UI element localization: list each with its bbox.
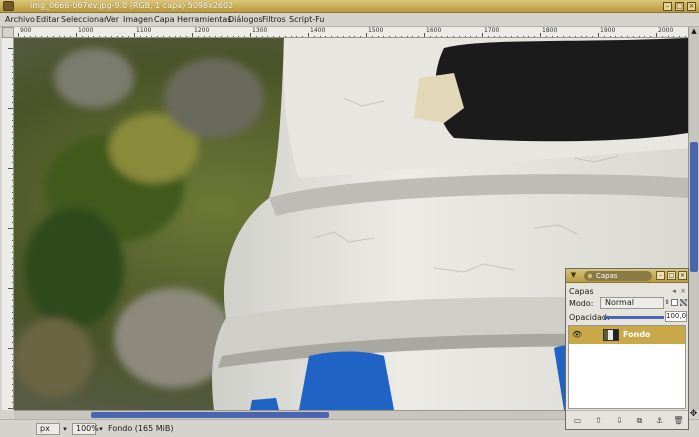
close-icon[interactable]: × bbox=[687, 2, 696, 11]
anchor-layer-icon[interactable]: ⚓ bbox=[653, 414, 666, 427]
ruler-label: 1900 bbox=[600, 27, 616, 34]
ruler-label: 900 bbox=[20, 27, 32, 34]
dialog-close-icon[interactable]: × bbox=[678, 271, 687, 280]
menu-ver[interactable]: Ver bbox=[106, 15, 119, 24]
title-bar: img_0666-067ev.jpg-9.0 (RGB, 1 capa) 509… bbox=[0, 0, 699, 13]
menu-capa[interactable]: Capa bbox=[154, 15, 174, 24]
minimize-icon[interactable]: – bbox=[663, 2, 672, 11]
lower-layer-icon[interactable]: ⇩ bbox=[613, 414, 626, 427]
ruler-label: 1000 bbox=[78, 27, 94, 34]
vertical-scrollbar[interactable]: ▲ bbox=[688, 27, 699, 410]
new-layer-icon[interactable]: ▭ bbox=[571, 414, 584, 427]
tab-close-icon[interactable]: × bbox=[679, 287, 687, 295]
menu-imagen[interactable]: Imagen bbox=[123, 15, 153, 24]
unit-value: px bbox=[40, 424, 50, 433]
menu-script-fu[interactable]: Script-Fu bbox=[289, 15, 324, 24]
window-title: img_0666-067ev.jpg-9.0 (RGB, 1 capa) 509… bbox=[30, 1, 234, 10]
delete-layer-icon[interactable]: 🗑 bbox=[672, 414, 685, 427]
opacity-slider[interactable] bbox=[604, 316, 664, 319]
ruler-label: 1100 bbox=[136, 27, 152, 34]
zoom-dropdown-icon[interactable]: ▾ bbox=[96, 423, 106, 435]
keep-transparency-checkbox[interactable] bbox=[671, 299, 678, 306]
layers-list[interactable]: 👁 Fondo bbox=[568, 325, 686, 409]
menu-dialogos[interactable]: Diálogos bbox=[228, 15, 263, 24]
layer-name: Fondo bbox=[623, 330, 651, 339]
mode-value: Normal bbox=[605, 298, 634, 307]
ruler-label: 1600 bbox=[426, 27, 442, 34]
raise-layer-icon[interactable]: ⇧ bbox=[592, 414, 605, 427]
menu-herramientas[interactable]: Herramientas bbox=[177, 15, 232, 24]
ruler-label: 1200 bbox=[194, 27, 210, 34]
alpha-lock-icon bbox=[680, 299, 687, 306]
ruler-corner[interactable] bbox=[2, 27, 14, 38]
duplicate-layer-icon[interactable]: ⧉ bbox=[633, 414, 646, 427]
dock-menu-icon[interactable]: ▼ bbox=[569, 271, 578, 280]
unit-select[interactable]: px bbox=[36, 423, 60, 435]
maximize-icon[interactable]: □ bbox=[675, 2, 684, 11]
ruler-label: 1300 bbox=[252, 27, 268, 34]
dialog-heading: Capas bbox=[569, 287, 594, 296]
opacity-slider-fill bbox=[604, 316, 664, 319]
mode-select[interactable]: Normal bbox=[600, 297, 664, 309]
ruler-label: 2000 bbox=[658, 27, 674, 34]
layers-button-bar: ▭ ⇧ ⇩ ⧉ ⚓ 🗑 bbox=[566, 410, 688, 429]
vertical-ruler[interactable] bbox=[2, 38, 14, 410]
zoom-select[interactable]: 100% bbox=[72, 423, 99, 435]
status-info: Fondo (165 MiB) bbox=[108, 424, 174, 433]
layer-thumbnail bbox=[603, 329, 619, 341]
unit-dropdown-icon[interactable]: ▾ bbox=[60, 423, 70, 435]
ruler-label: 1700 bbox=[484, 27, 500, 34]
mode-dropdown-icon[interactable]: ⇕ bbox=[663, 297, 671, 309]
dialog-tab-row: ▼ Capas – □ × bbox=[566, 269, 688, 283]
opacity-input[interactable]: 100,0 bbox=[665, 311, 687, 322]
dialog-minimize-icon[interactable]: – bbox=[656, 271, 665, 280]
menu-archivo[interactable]: Archivo bbox=[5, 15, 35, 24]
eye-icon[interactable]: 👁 bbox=[572, 330, 582, 339]
dialog-maximize-icon[interactable]: □ bbox=[667, 271, 676, 280]
menu-seleccionar[interactable]: Seleccionar bbox=[61, 15, 107, 24]
ruler-label: 1500 bbox=[368, 27, 384, 34]
navigate-icon[interactable]: ✥ bbox=[688, 410, 699, 419]
tab-menu-icon[interactable]: ◂ bbox=[670, 287, 678, 295]
gimp-icon[interactable] bbox=[3, 1, 14, 11]
scroll-up-icon[interactable]: ▲ bbox=[689, 27, 699, 37]
ruler-label: 1400 bbox=[310, 27, 326, 34]
menu-filtros[interactable]: Filtros bbox=[262, 15, 286, 24]
layers-dialog: ▼ Capas – □ × Capas ◂ × Modo: Normal ⇕ O… bbox=[565, 268, 689, 430]
horizontal-scroll-thumb[interactable] bbox=[91, 412, 329, 418]
horizontal-ruler[interactable]: 900 1000 1100 1200 1300 1400 1500 1600 1700 1800 1… bbox=[14, 27, 688, 38]
menubar: Archivo Editar Seleccionar Ver Imagen Ca… bbox=[0, 13, 699, 27]
mode-label: Modo: bbox=[569, 299, 594, 308]
tab-capas[interactable]: Capas bbox=[584, 271, 652, 281]
menu-editar[interactable]: Editar bbox=[36, 15, 60, 24]
vertical-scroll-thumb[interactable] bbox=[690, 142, 698, 272]
layer-row[interactable]: 👁 Fondo bbox=[569, 326, 685, 344]
ruler-label: 1800 bbox=[542, 27, 558, 34]
